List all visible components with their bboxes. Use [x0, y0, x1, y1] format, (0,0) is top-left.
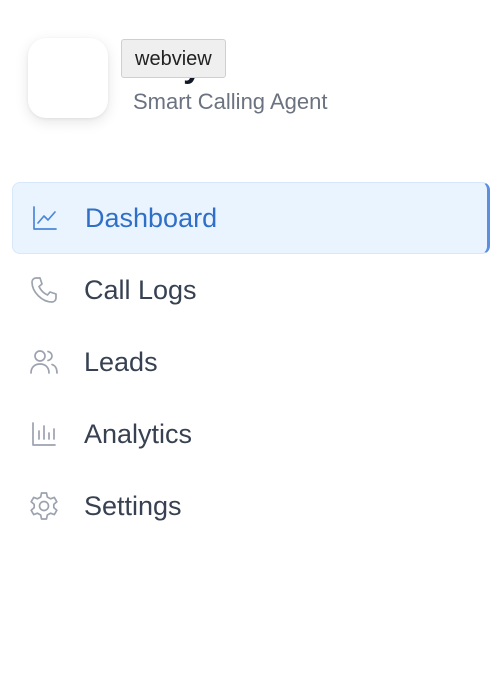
sidebar-item-label: Leads [84, 347, 158, 377]
sidebar-item-settings[interactable]: Settings [12, 470, 490, 542]
users-icon [28, 346, 60, 378]
sidebar-panel: BRyt Smart Calling Agent webview Dashboa… [0, 0, 500, 692]
line-chart-icon [29, 202, 61, 234]
phone-icon [28, 274, 60, 306]
gear-icon [28, 490, 60, 522]
sidebar-item-call-logs[interactable]: Call Logs [12, 254, 490, 326]
sidebar-item-analytics[interactable]: Analytics [12, 398, 490, 470]
sidebar-item-label: Call Logs [84, 275, 197, 305]
sidebar-item-label: Settings [84, 491, 182, 521]
sidebar-item-leads[interactable]: Leads [12, 326, 490, 398]
app-subtitle: Smart Calling Agent [133, 89, 328, 114]
sidebar-item-dashboard[interactable]: Dashboard [12, 182, 490, 254]
sidebar-item-label: Dashboard [85, 203, 218, 233]
sidebar-nav: Dashboard Call Logs Leads Analytics Sett… [12, 182, 490, 542]
webview-tooltip: webview [121, 39, 226, 78]
bar-chart-icon [28, 418, 60, 450]
sidebar-item-label: Analytics [84, 419, 193, 449]
app-logo [28, 38, 108, 118]
